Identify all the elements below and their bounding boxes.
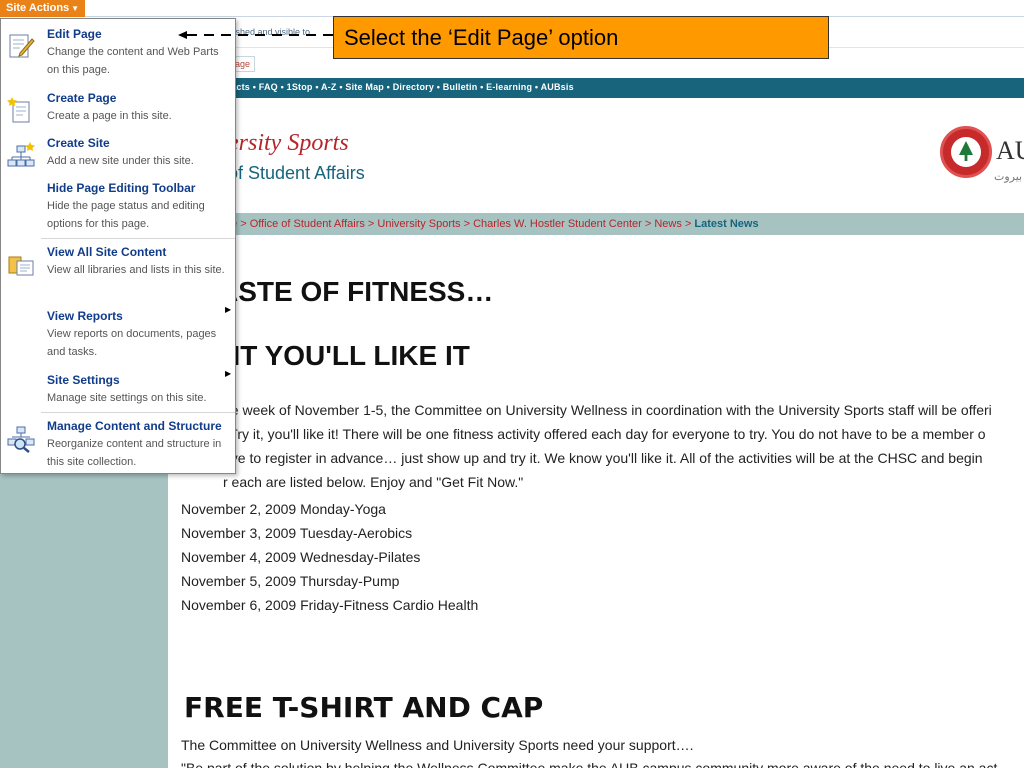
menu-item-desc: Change the content and Web Parts on this…	[47, 46, 219, 76]
logo-text: AU	[996, 136, 1024, 165]
menu-item-title: View All Site Content	[47, 245, 167, 259]
article-paragraph-line: he week of November 1-5, the Committee o…	[223, 402, 992, 418]
article-paragraph-line: ' Try it, you'll like it! There will be …	[223, 426, 986, 442]
article-footer-line: "Be part of the solution by helping the …	[181, 760, 998, 768]
menu-item-desc: Manage site settings on this site.	[47, 392, 207, 404]
site-actions-button[interactable]: Site Actions ▼	[0, 0, 86, 17]
menu-item-title: Create Page	[47, 91, 117, 105]
site-content-icon	[8, 256, 34, 276]
site-actions-menu: Edit Page Change the content and Web Par…	[0, 18, 236, 474]
breadcrumb-current: Latest News	[694, 218, 759, 230]
menu-separator	[41, 412, 235, 413]
menu-item-title: Hide Page Editing Toolbar	[47, 181, 196, 195]
schedule-item: November 5, 2009 Thursday-Pump	[181, 573, 400, 589]
article-paragraph-line: ave to register in advance… just show up…	[223, 450, 983, 466]
article-heading-3: FREE T-SHIRT AND CAP	[184, 691, 544, 724]
create-site-icon	[7, 142, 35, 167]
article-heading-2: ' IT YOU'LL LIKE IT	[218, 340, 470, 371]
menu-separator	[41, 238, 235, 239]
cedar-tree-icon	[959, 141, 973, 161]
schedule-item: November 4, 2009 Wednesday-Pilates	[181, 549, 421, 565]
site-actions-label: Site Actions	[6, 2, 70, 14]
dashed-arrow-icon	[178, 31, 334, 39]
main-content: ...shed and visible to age tacts • FAQ •…	[168, 18, 1024, 768]
edit-page-icon	[9, 34, 35, 58]
breadcrumb-path[interactable]: te > Office of Student Affairs > Univers…	[228, 218, 759, 230]
submenu-arrow-icon: ▶	[225, 369, 232, 378]
global-nav-bar: tacts • FAQ • 1Stop • A-Z • Site Map • D…	[168, 78, 1024, 98]
menu-item-create-site[interactable]: Create Site Add a new site under this si…	[1, 136, 235, 174]
menu-item-desc: View reports on documents, pages and tas…	[47, 328, 217, 358]
article-footer-line: The Committee on University Wellness and…	[181, 737, 694, 753]
menu-item-title: Manage Content and Structure	[47, 419, 222, 433]
seal-inner	[951, 137, 981, 167]
manage-content-icon	[7, 426, 35, 453]
logo-subtitle: بيروت	[994, 171, 1023, 183]
site-subtitle: of Student Affairs	[228, 163, 365, 183]
menu-item-hide-toolbar[interactable]: Hide Page Editing Toolbar Hide the page …	[1, 181, 235, 237]
chevron-down-icon: ▼	[71, 4, 80, 13]
menu-item-desc: Add a new site under this site.	[47, 155, 194, 167]
instruction-callout: Select the ‘Edit Page’ option	[333, 16, 829, 59]
menu-item-view-reports[interactable]: View Reports ▶ View reports on documents…	[1, 305, 235, 365]
menu-item-desc: View all libraries and lists in this sit…	[47, 264, 225, 276]
global-nav-links[interactable]: tacts • FAQ • 1Stop • A-Z • Site Map • D…	[228, 82, 574, 92]
menu-item-desc: Hide the page status and editing options…	[47, 200, 205, 230]
menu-item-desc: Reorganize content and structure in this…	[47, 438, 222, 468]
menu-item-manage-content[interactable]: Manage Content and Structure Reorganize …	[1, 419, 235, 473]
breadcrumb: te > Office of Student Affairs > Univers…	[168, 213, 1024, 235]
menu-item-create-page[interactable]: Create Page Create a page in this site.	[1, 91, 235, 129]
breadcrumb-links[interactable]: te > Office of Student Affairs > Univers…	[228, 218, 694, 230]
site-title: ersity Sports	[228, 130, 349, 156]
article-heading-1: ASTE OF FITNESS…	[218, 276, 494, 307]
schedule-item: November 3, 2009 Tuesday-Aerobics	[181, 525, 413, 541]
menu-item-title: View Reports	[47, 309, 123, 323]
menu-item-desc: Create a page in this site.	[47, 110, 172, 122]
menu-item-title: Site Settings	[47, 373, 120, 387]
menu-item-title: Create Site	[47, 136, 110, 150]
submenu-arrow-icon: ▶	[225, 305, 232, 314]
schedule-item: November 2, 2009 Monday-Yoga	[181, 501, 386, 517]
article-paragraph-line: r each are listed below. Enjoy and "Get …	[223, 474, 524, 490]
top-bar: Site Actions ▼	[0, 0, 1024, 17]
schedule-item: November 6, 2009 Friday-Fitness Cardio H…	[181, 597, 479, 613]
create-page-icon	[7, 97, 30, 123]
menu-item-title: Edit Page	[47, 27, 102, 41]
menu-item-site-settings[interactable]: Site Settings ▶ Manage site settings on …	[1, 369, 235, 411]
university-seal-icon	[940, 126, 992, 178]
menu-item-view-all-content[interactable]: View All Site Content View all libraries…	[1, 245, 235, 301]
